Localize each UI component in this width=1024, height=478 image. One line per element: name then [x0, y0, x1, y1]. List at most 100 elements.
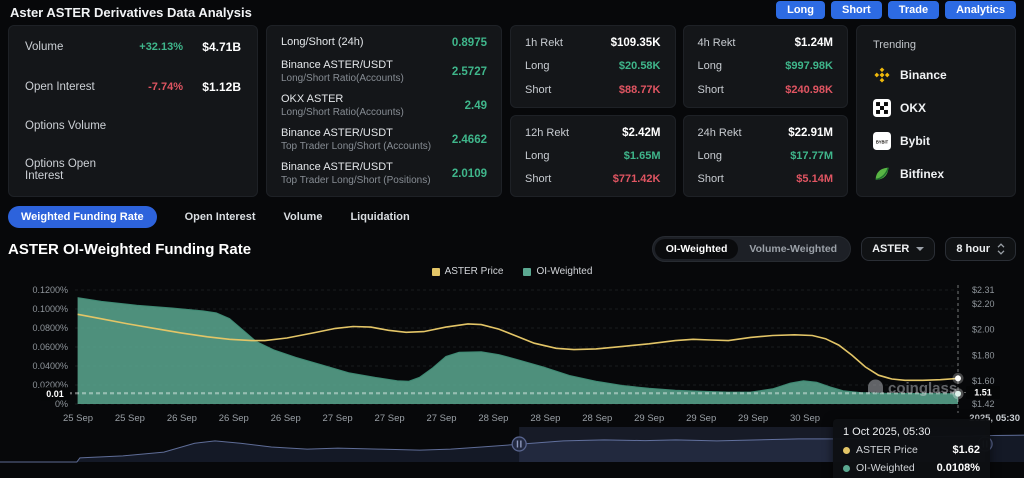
x-axis-tick: 29 Sep: [686, 413, 716, 424]
x-axis-tick: 25 Sep: [115, 413, 145, 424]
x-axis-tick: 28 Sep: [582, 413, 612, 424]
tooltip-value: 0.0108%: [937, 462, 980, 474]
ratio-sublabel: Long/Short Ratio(Accounts): [281, 107, 465, 118]
rekt-short-label: Short: [698, 173, 724, 185]
metric-change: -7.74%: [121, 81, 183, 93]
ratio-row: OKX ASTER Long/Short Ratio(Accounts) 2.4…: [281, 93, 487, 118]
weighting-toggle: OI-Weighted Volume-Weighted: [652, 236, 851, 262]
legend-item-aster-price[interactable]: ASTER Price: [432, 266, 504, 277]
rekt-short-label: Short: [525, 173, 551, 185]
trending-item-bybit[interactable]: BYBIT Bybit: [873, 132, 999, 150]
metric-row-volume: Volume +32.13% $4.71B: [25, 40, 241, 54]
ratio-sublabel: Long/Short Ratio(Accounts): [281, 73, 452, 84]
metric-change: +32.13%: [121, 41, 183, 53]
trending-title: Trending: [873, 39, 999, 51]
y-axis-left-tick: 0%: [55, 399, 68, 409]
tooltip-timestamp: 1 Oct 2025, 05:30: [843, 426, 980, 438]
short-button[interactable]: Short: [831, 1, 882, 19]
ratio-label: Binance ASTER/USDT: [281, 161, 452, 173]
chevron-down-icon: [916, 247, 924, 251]
trending-item-okx[interactable]: OKX: [873, 99, 999, 117]
ratio-row: Binance ASTER/USDT Long/Short Ratio(Acco…: [281, 59, 487, 84]
ratio-text: Binance ASTER/USDT Top Trader Long/Short…: [281, 161, 452, 186]
rekt-short-value: $5.14M: [796, 173, 833, 185]
rekt-short-value: $771.42K: [613, 173, 661, 185]
trending-item-bitfinex[interactable]: Bitfinex: [873, 165, 999, 183]
y-axis-right-tick: $1.42: [972, 399, 995, 409]
trending-item-label: Bitfinex: [900, 167, 944, 181]
legend-label: OI-Weighted: [536, 266, 592, 277]
metric-row-options-volume: Options Volume: [25, 120, 241, 132]
chart-legend: ASTER Price OI-Weighted: [0, 266, 1024, 277]
page-header: Aster ASTER Derivatives Data Analysis Lo…: [0, 0, 1024, 24]
interval-select[interactable]: 8 hour: [945, 237, 1016, 261]
funding-hover-dot: [955, 391, 961, 397]
rekt-card-4h: 4h Rekt$1.24M Long$997.98K Short$240.98K: [683, 25, 849, 108]
ratio-text: Binance ASTER/USDT Long/Short Ratio(Acco…: [281, 59, 452, 84]
ratio-label: Binance ASTER/USDT: [281, 59, 452, 71]
legend-item-oi-weighted[interactable]: OI-Weighted: [523, 266, 592, 277]
analytics-button[interactable]: Analytics: [945, 1, 1016, 19]
rekt-total: $2.42M: [622, 127, 660, 139]
rekt-card-12h: 12h Rekt$2.42M Long$1.65M Short$771.42K: [510, 115, 676, 198]
rekt-total: $1.24M: [795, 37, 833, 49]
ratio-row: Binance ASTER/USDT Top Trader Long/Short…: [281, 127, 487, 152]
ratio-label: Binance ASTER/USDT: [281, 127, 452, 139]
tooltip-row: OI-Weighted 0.0108%: [843, 462, 980, 474]
metric-value: $4.71B: [183, 40, 241, 54]
tab-volume[interactable]: Volume: [284, 206, 323, 228]
tab-liquidation[interactable]: Liquidation: [350, 206, 409, 228]
ratio-value: 0.8975: [452, 37, 487, 49]
tooltip-label: OI-Weighted: [856, 462, 931, 474]
rekt-long-value: $17.77M: [790, 150, 833, 162]
chart-tooltip: 1 Oct 2025, 05:30 ASTER Price $1.62 OI-W…: [833, 419, 990, 478]
toggle-oi-weighted[interactable]: OI-Weighted: [655, 239, 739, 259]
symbol-select[interactable]: ASTER: [861, 237, 935, 261]
ratio-row: Long/Short (24h) 0.8975: [281, 36, 487, 50]
y-axis-right-tick: $2.00: [972, 325, 995, 335]
legend-swatch: [523, 268, 531, 276]
y-axis-right-tick: $1.80: [972, 350, 995, 360]
x-axis-tick: 25 Sep: [63, 413, 93, 424]
rekt-short-value: $240.98K: [785, 84, 833, 96]
rekt-title: 24h Rekt: [698, 127, 742, 139]
rekt-card-1h: 1h Rekt$109.35K Long$20.58K Short$88.77K: [510, 25, 676, 108]
chart-header: ASTER OI-Weighted Funding Rate OI-Weight…: [8, 234, 1016, 264]
binance-icon: [873, 66, 891, 84]
rekt-long-value: $1.65M: [624, 150, 661, 162]
long-button[interactable]: Long: [776, 1, 825, 19]
trending-item-binance[interactable]: Binance: [873, 66, 999, 84]
ratio-value: 2.0109: [452, 168, 487, 180]
chart-controls: OI-Weighted Volume-Weighted ASTER 8 hour: [652, 236, 1016, 262]
rekt-short-label: Short: [525, 84, 551, 96]
rekt-long-label: Long: [698, 60, 722, 72]
ratio-label: Long/Short (24h): [281, 36, 452, 48]
x-axis-tick: 28 Sep: [530, 413, 560, 424]
okx-icon: [873, 99, 891, 117]
toggle-volume-weighted[interactable]: Volume-Weighted: [738, 239, 848, 259]
y-axis-left-tick: 0.0800%: [32, 323, 68, 333]
funding-rate-chart[interactable]: 0.1200%0.1000%0.0800%0.0600%0.0400%0.020…: [0, 280, 1024, 430]
y-axis-right-tick: $1.60: [972, 376, 995, 386]
trending-item-label: OKX: [900, 101, 926, 115]
trade-button[interactable]: Trade: [888, 1, 939, 19]
tab-weighted-funding-rate[interactable]: Weighted Funding Rate: [8, 206, 157, 228]
rekt-long-label: Long: [525, 60, 549, 72]
ratio-value: 2.5727: [452, 66, 487, 78]
y-axis-right-tick: $2.20: [972, 299, 995, 309]
price-hover-dot: [955, 375, 961, 381]
tooltip-label: ASTER Price: [856, 444, 946, 456]
chart-title: ASTER OI-Weighted Funding Rate: [8, 241, 251, 258]
page-title: Aster ASTER Derivatives Data Analysis: [10, 5, 252, 20]
symbol-select-value: ASTER: [872, 243, 909, 255]
updown-arrows-icon: [997, 243, 1005, 255]
tab-open-interest[interactable]: Open Interest: [185, 206, 256, 228]
market-overview-card: Volume +32.13% $4.71B Open Interest -7.7…: [8, 25, 258, 197]
ratio-text: Binance ASTER/USDT Top Trader Long/Short…: [281, 127, 452, 152]
x-axis-tick: 29 Sep: [738, 413, 768, 424]
long-short-ratio-card: Long/Short (24h) 0.8975 Binance ASTER/US…: [266, 25, 502, 197]
chart-tabs: Weighted Funding Rate Open Interest Volu…: [8, 204, 410, 230]
y-axis-right-tick: $2.31: [972, 285, 995, 295]
navigator-handle-left[interactable]: [512, 437, 526, 451]
bybit-icon: BYBIT: [873, 132, 891, 150]
